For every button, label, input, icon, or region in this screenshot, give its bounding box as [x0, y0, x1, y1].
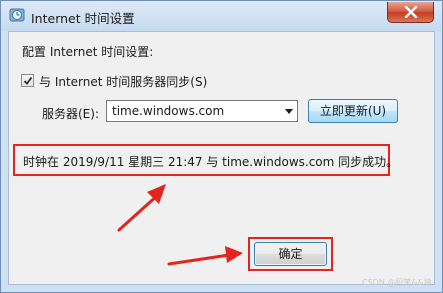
annotation-arrow-to-status	[117, 184, 166, 232]
server-dropdown-value: time.windows.com	[112, 104, 225, 118]
update-now-button[interactable]: 立即更新(U)	[308, 99, 398, 123]
status-highlight-box: 时钟在 2019/9/11 星期三 21:47 与 time.windows.c…	[13, 144, 398, 176]
window-title: Internet 时间设置	[31, 11, 135, 26]
checkmark-icon	[23, 76, 33, 85]
close-button[interactable]	[387, 2, 434, 23]
sync-checkbox-label[interactable]: 与 Internet 时间服务器同步(S)	[39, 73, 207, 90]
clock-globe-icon	[9, 7, 25, 23]
dialog-content: 配置 Internet 时间设置: 与 Internet 时间服务器同步(S) …	[8, 31, 435, 285]
sync-status-message: 时钟在 2019/9/11 星期三 21:47 与 time.windows.c…	[23, 155, 399, 169]
chevron-down-icon[interactable]	[285, 109, 293, 114]
annotation-arrow-to-ok	[167, 246, 243, 266]
internet-time-settings-dialog: Internet 时间设置 配置 Internet 时间设置: 与 Intern…	[0, 0, 443, 293]
section-label: 配置 Internet 时间设置:	[22, 45, 154, 59]
watermark-text: CSDN @招笑&&猿	[362, 278, 432, 287]
server-label: 服务器(E):	[42, 107, 99, 121]
server-dropdown[interactable]: time.windows.com	[106, 100, 298, 122]
title-bar[interactable]: Internet 时间设置	[1, 1, 442, 31]
ok-button[interactable]: 确定	[254, 242, 327, 266]
sync-checkbox[interactable]	[21, 74, 34, 87]
close-icon	[404, 6, 418, 18]
